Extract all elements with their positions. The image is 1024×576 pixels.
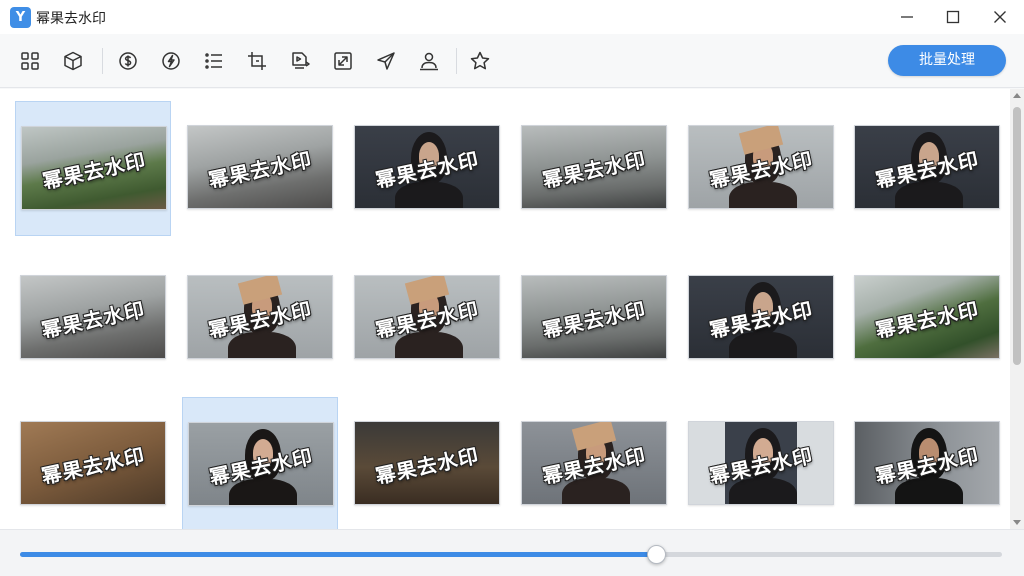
- toolbar-divider: [456, 48, 457, 74]
- thumbnail-item[interactable]: 幂果去水印: [849, 397, 1005, 529]
- star-icon[interactable]: [466, 47, 494, 75]
- toolbar: [0, 34, 1024, 88]
- thumbnail-image: 幂果去水印: [688, 421, 834, 505]
- scrollbar-thumb[interactable]: [1013, 107, 1021, 365]
- crop-icon[interactable]: [243, 47, 271, 75]
- list-icon[interactable]: [200, 47, 228, 75]
- thumbnail-item[interactable]: 幂果去水印: [349, 101, 505, 236]
- slider-knob[interactable]: [647, 545, 667, 564]
- thumbnail-image: 幂果去水印: [20, 275, 166, 359]
- thumbnail-image: 幂果去水印: [187, 125, 333, 209]
- thumbnail-image: 幂果去水印: [354, 421, 500, 505]
- thumbnail-item[interactable]: 幂果去水印: [349, 397, 505, 529]
- thumbnail-item[interactable]: 幂果去水印: [683, 397, 839, 529]
- thumbnail-image: 幂果去水印: [688, 125, 834, 209]
- window-title: 幂果去水印: [36, 11, 106, 27]
- maximize-button[interactable]: [930, 0, 976, 34]
- app-window: Y 幂果去水印 批量处理 幂果去水印 幂果去水印 幂果去水印 幂果去水印 幂果去…: [0, 0, 1024, 576]
- thumbnail-item[interactable]: 幂果去水印: [15, 251, 171, 386]
- cube-icon[interactable]: [59, 47, 87, 75]
- thumbnail-item[interactable]: 幂果去水印: [15, 397, 171, 529]
- thumbnail-image: 幂果去水印: [187, 275, 333, 359]
- thumbnail-image: 幂果去水印: [188, 422, 334, 506]
- close-icon: [994, 11, 1006, 23]
- vertical-scrollbar[interactable]: [1010, 89, 1024, 529]
- thumbnail-item[interactable]: 幂果去水印: [15, 101, 171, 236]
- dollar-circle-icon[interactable]: [114, 47, 142, 75]
- send-icon[interactable]: [372, 47, 400, 75]
- thumbnail-image: 幂果去水印: [20, 421, 166, 505]
- thumbnail-item[interactable]: 幂果去水印: [182, 101, 338, 236]
- title-bar: Y 幂果去水印: [0, 0, 1024, 34]
- thumbnail-item[interactable]: 幂果去水印: [683, 251, 839, 386]
- slider-fill: [20, 552, 657, 557]
- thumbnail-item[interactable]: 幂果去水印: [182, 397, 338, 529]
- batch-process-button[interactable]: 批量处理: [888, 45, 1006, 76]
- scroll-down-icon[interactable]: [1013, 520, 1021, 525]
- lightning-circle-icon[interactable]: [157, 47, 185, 75]
- grid-view-icon[interactable]: [16, 47, 44, 75]
- video-file-icon[interactable]: [286, 47, 314, 75]
- thumbnail-image: 幂果去水印: [21, 126, 167, 210]
- maximize-icon: [946, 10, 960, 24]
- thumbnail-image: 幂果去水印: [854, 421, 1000, 505]
- thumbnail-item[interactable]: 幂果去水印: [516, 101, 672, 236]
- bottom-bar: [0, 529, 1024, 576]
- thumbnail-image: 幂果去水印: [854, 275, 1000, 359]
- thumbnail-image: 幂果去水印: [854, 125, 1000, 209]
- thumbnail-item[interactable]: 幂果去水印: [683, 101, 839, 236]
- thumbnail-item[interactable]: 幂果去水印: [849, 251, 1005, 386]
- app-logo-icon: Y: [10, 7, 31, 28]
- minimize-button[interactable]: [884, 0, 930, 34]
- thumbnail-grid: 幂果去水印 幂果去水印 幂果去水印 幂果去水印 幂果去水印 幂果去水印 幂果去水印 幂果去水印…: [0, 89, 1010, 529]
- thumbnail-item[interactable]: 幂果去水印: [349, 251, 505, 386]
- scroll-up-icon[interactable]: [1013, 93, 1021, 98]
- user-upload-icon[interactable]: [415, 47, 443, 75]
- thumbnail-image: 幂果去水印: [354, 275, 500, 359]
- thumbnail-image: 幂果去水印: [688, 275, 834, 359]
- thumbnail-item[interactable]: 幂果去水印: [182, 251, 338, 386]
- thumbnail-image: 幂果去水印: [521, 275, 667, 359]
- close-button[interactable]: [977, 0, 1023, 34]
- minimize-icon: [901, 16, 913, 18]
- thumbnail-image: 幂果去水印: [521, 125, 667, 209]
- thumbnail-image: 幂果去水印: [354, 125, 500, 209]
- resize-icon[interactable]: [329, 47, 357, 75]
- thumbnail-image: 幂果去水印: [521, 421, 667, 505]
- thumbnail-item[interactable]: 幂果去水印: [849, 101, 1005, 236]
- toolbar-divider: [102, 48, 103, 74]
- thumbnail-item[interactable]: 幂果去水印: [516, 397, 672, 529]
- thumbnail-item[interactable]: 幂果去水印: [516, 251, 672, 386]
- thumbnail-size-slider[interactable]: [20, 545, 1002, 564]
